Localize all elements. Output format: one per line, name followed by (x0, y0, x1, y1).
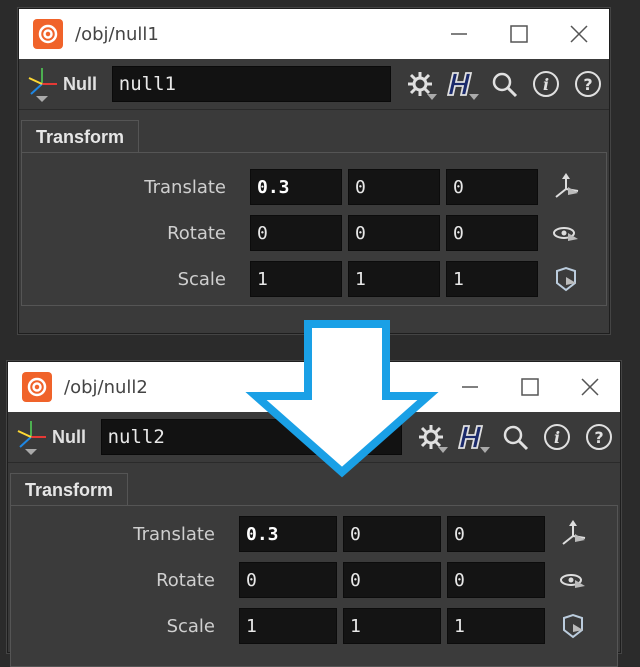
node-name-field[interactable]: null1 (111, 66, 391, 102)
tab-transform[interactable]: Transform (21, 120, 139, 154)
param-row-rotate: Rotate 0 0 0 (11, 560, 617, 600)
translate-x-field[interactable]: 0.3 (239, 516, 337, 552)
param-row-scale: Scale 1 1 1 (11, 606, 617, 646)
houdini-logo-icon (33, 19, 63, 49)
maximize-icon (521, 378, 539, 396)
translate-handle-button[interactable] (555, 516, 591, 552)
transform-panel: Translate 0.3 0 0 Rotate 0 0 0 Scale 1 1… (21, 152, 607, 306)
scale-z-field[interactable]: 1 (446, 261, 538, 297)
param-label: Rotate (156, 569, 215, 591)
tab-transform[interactable]: Transform (10, 473, 128, 507)
node-type-label: Null (52, 426, 86, 447)
window-title: /obj/null1 (75, 23, 159, 45)
rotate-z-field[interactable]: 0 (446, 215, 538, 251)
scale-y-field[interactable]: 1 (348, 261, 440, 297)
param-row-rotate: Rotate 0 0 0 (22, 213, 606, 253)
node-toolbar: Null null1 i ? (19, 59, 609, 110)
gear-menu-button[interactable] (399, 64, 441, 104)
question-icon: ? (586, 424, 612, 450)
scale-handle-icon (556, 266, 576, 292)
minimize-icon (462, 386, 478, 388)
translate-y-field[interactable]: 0 (343, 516, 441, 552)
maximize-button[interactable] (489, 9, 549, 59)
close-icon (581, 378, 599, 396)
rotate-handle-icon (553, 227, 578, 241)
houdini-logo-icon (22, 372, 52, 402)
search-icon (503, 425, 529, 451)
maximize-button[interactable] (500, 362, 560, 412)
null-node-icon[interactable] (25, 64, 59, 104)
node-type-label: Null (63, 73, 97, 94)
search-button[interactable] (494, 417, 536, 457)
title-bar: /obj/null1 (19, 9, 609, 59)
translate-z-field[interactable]: 0 (446, 169, 538, 205)
scale-handle-icon (563, 613, 583, 639)
null-node-icon[interactable] (14, 417, 48, 457)
scale-handle-button[interactable] (555, 608, 591, 644)
search-button[interactable] (483, 64, 525, 104)
rotate-handle-button[interactable] (555, 562, 591, 598)
scale-handle-button[interactable] (548, 261, 584, 297)
svg-text:i: i (543, 75, 549, 94)
scale-y-field[interactable]: 1 (343, 608, 441, 644)
window-title: /obj/null2 (64, 376, 148, 398)
translate-y-field[interactable]: 0 (348, 169, 440, 205)
rotate-handle-button[interactable] (548, 215, 584, 251)
translate-z-field[interactable]: 0 (447, 516, 545, 552)
rotate-x-field[interactable]: 0 (250, 215, 342, 251)
svg-text:i: i (554, 428, 560, 447)
close-button[interactable] (560, 362, 620, 412)
close-button[interactable] (549, 9, 609, 59)
param-label: Translate (144, 176, 226, 198)
param-label: Scale (177, 268, 226, 290)
help-button[interactable]: ? (578, 417, 620, 457)
translate-handle-icon (562, 520, 586, 545)
minimize-button[interactable] (429, 9, 489, 59)
translate-x-field[interactable]: 0.3 (250, 169, 342, 205)
param-label: Translate (133, 523, 215, 545)
translate-handle-icon (555, 173, 579, 198)
param-row-scale: Scale 1 1 1 (22, 259, 606, 299)
param-row-translate: Translate 0.3 0 0 (22, 167, 606, 207)
down-arrow-icon (245, 320, 439, 478)
scale-z-field[interactable]: 1 (447, 608, 545, 644)
help-browser-button[interactable] (452, 417, 494, 457)
rotate-z-field[interactable]: 0 (447, 562, 545, 598)
rotate-y-field[interactable]: 0 (343, 562, 441, 598)
transform-panel: Translate 0.3 0 0 Rotate 0 0 0 Scale 1 1… (10, 505, 618, 667)
param-label: Scale (166, 615, 215, 637)
parameter-window-null1: /obj/null1 Null null1 i ? Transform Tran… (18, 8, 610, 334)
scale-x-field[interactable]: 1 (239, 608, 337, 644)
help-browser-button[interactable] (441, 64, 483, 104)
info-icon: i (533, 71, 559, 97)
info-button[interactable]: i (525, 64, 567, 104)
help-button[interactable]: ? (567, 64, 609, 104)
minimize-icon (451, 33, 467, 35)
translate-handle-button[interactable] (548, 169, 584, 205)
search-icon (492, 72, 518, 98)
rotate-handle-icon (560, 574, 585, 588)
param-row-translate: Translate 0.3 0 0 (11, 514, 617, 554)
close-icon (570, 25, 588, 43)
minimize-button[interactable] (440, 362, 500, 412)
maximize-icon (510, 25, 528, 43)
scale-x-field[interactable]: 1 (250, 261, 342, 297)
rotate-x-field[interactable]: 0 (239, 562, 337, 598)
info-button[interactable]: i (536, 417, 578, 457)
rotate-y-field[interactable]: 0 (348, 215, 440, 251)
svg-text:?: ? (594, 428, 603, 447)
info-icon: i (544, 424, 570, 450)
param-label: Rotate (167, 222, 226, 244)
question-icon: ? (575, 71, 601, 97)
tab-row: Transform (19, 110, 609, 154)
svg-text:?: ? (583, 75, 592, 94)
